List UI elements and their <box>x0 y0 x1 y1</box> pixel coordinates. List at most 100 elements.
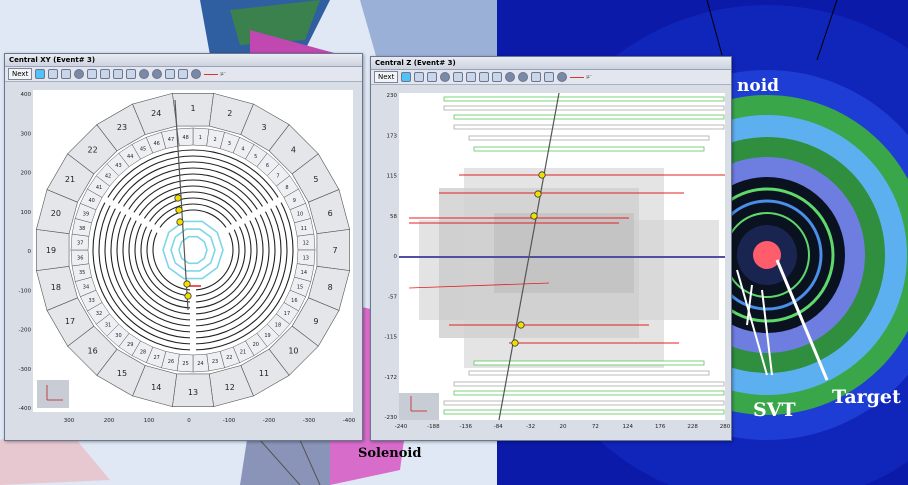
solenoid-label-bottom: Solenoid <box>358 446 422 461</box>
svt-layer <box>162 220 224 280</box>
outer-sector-label: 24 <box>151 109 161 118</box>
inner-sector-label: 26 <box>168 359 174 365</box>
save-image-icon[interactable] <box>427 72 438 82</box>
y-tick-label: -300 <box>19 367 32 373</box>
detector-bar <box>443 105 725 111</box>
central-z-window[interactable]: Central Z (Event# 3) Next µ⁻ 230 173 115 58… <box>370 56 732 441</box>
outer-sector-label: 7 <box>332 246 337 255</box>
outer-sector-label: 9 <box>313 317 318 326</box>
zoom-box-icon[interactable] <box>87 69 98 79</box>
hit-marker <box>530 212 538 220</box>
camera-icon[interactable] <box>557 72 568 82</box>
central-xy-window[interactable]: Central XY (Event# 3) Next µ⁻ 1234567891… <box>4 53 363 441</box>
detector-bar <box>453 381 725 387</box>
inner-sector-label: 4 <box>241 147 244 153</box>
x-tick-label: -32 <box>526 424 535 430</box>
x-tick-label: -136 <box>460 424 473 430</box>
outer-sector-label: 20 <box>51 209 61 218</box>
mini-axis-box <box>399 393 439 420</box>
save-image-icon[interactable] <box>61 69 72 79</box>
svt-layer <box>170 228 216 272</box>
info-icon[interactable] <box>178 69 189 79</box>
zoom-box-icon[interactable] <box>453 72 464 82</box>
next-event-button[interactable]: Next <box>8 68 33 80</box>
hit-marker <box>538 171 546 179</box>
zoom-in-icon[interactable] <box>505 72 516 82</box>
x-tick-label: -300 <box>303 418 316 424</box>
pan-hand-icon[interactable] <box>479 72 490 82</box>
target-label: Target <box>832 386 901 408</box>
magnify-icon[interactable] <box>492 72 503 82</box>
inner-sector-label: 38 <box>79 226 85 232</box>
magnify-icon[interactable] <box>126 69 137 79</box>
inner-sector-label: 23 <box>212 359 218 365</box>
inner-sector-label: 19 <box>264 333 270 339</box>
z-plot-area[interactable] <box>399 92 729 421</box>
y-tick-label: 400 <box>21 92 32 98</box>
hit-marker <box>511 339 519 347</box>
world-icon[interactable] <box>74 69 85 79</box>
y-tick-label: 115 <box>387 174 398 180</box>
detector-bar <box>443 400 725 406</box>
outer-sector-label: 21 <box>65 175 75 184</box>
inner-sector-label: 3 <box>228 141 231 147</box>
pointer-tool-icon[interactable] <box>35 69 46 79</box>
camera-icon[interactable] <box>191 69 202 79</box>
inner-sector-label: 13 <box>303 255 309 261</box>
world-icon[interactable] <box>440 72 451 82</box>
inner-sector-label: 15 <box>297 284 303 290</box>
y-tick-label: 230 <box>387 93 398 99</box>
zoom-out-icon[interactable] <box>518 72 529 82</box>
outer-sector-label: 17 <box>65 317 75 326</box>
unzoom-icon[interactable] <box>466 72 477 82</box>
inner-sector-label: 29 <box>127 342 133 348</box>
legend: µ⁻ <box>570 74 592 80</box>
unzoom-icon[interactable] <box>100 69 111 79</box>
inner-sector-label: 8 <box>285 185 288 191</box>
zoom-out-icon[interactable] <box>152 69 163 79</box>
ruler-icon[interactable] <box>165 69 176 79</box>
x-tick-label: 280 <box>720 424 731 430</box>
detector-bar <box>443 409 725 415</box>
x-tick-label: 100 <box>144 418 155 424</box>
inner-sector-label: 7 <box>276 173 279 179</box>
ruler-icon[interactable] <box>531 72 542 82</box>
inner-sector-label: 42 <box>105 173 111 179</box>
inner-sector-label: 1 <box>199 135 202 141</box>
hit-marker <box>184 292 192 300</box>
legend-label: µ⁻ <box>586 74 593 80</box>
next-event-button[interactable]: Next <box>374 71 399 83</box>
legend-line-icon <box>204 73 219 75</box>
outer-sector-label: 8 <box>328 283 333 292</box>
inner-sector-label: 27 <box>153 355 159 361</box>
x-tick-label: -188 <box>427 424 440 430</box>
inner-sector-label: 21 <box>240 349 246 355</box>
window-title: Central XY (Event# 3) <box>5 54 362 67</box>
inner-sector-label: 43 <box>115 163 121 169</box>
window-toolbar: Next µ⁻ <box>371 70 731 85</box>
pointer-tool-icon[interactable] <box>401 72 412 82</box>
outer-sector-label: 14 <box>151 383 161 392</box>
hit-marker <box>534 190 542 198</box>
print-icon[interactable] <box>414 72 425 82</box>
detector-bar <box>453 114 725 120</box>
outer-sector-label: 23 <box>117 123 127 132</box>
x-tick-label: 124 <box>623 424 634 430</box>
info-icon[interactable] <box>544 72 555 82</box>
inner-sector-label: 47 <box>168 137 174 143</box>
window-toolbar: Next µ⁻ <box>5 67 362 82</box>
xy-plot-area[interactable]: 1 2 3 4 5 6 7 8 9 10 11 12 13 14 15 16 17 18 19 20 21 22 23 24 1… <box>33 90 353 412</box>
inner-sector-label: 2 <box>213 137 216 143</box>
outer-sector-label: 18 <box>51 283 61 292</box>
inner-sector-label: 41 <box>96 185 102 191</box>
inner-sector-label: 45 <box>140 147 146 153</box>
pan-hand-icon[interactable] <box>113 69 124 79</box>
inner-sector-label: 24 <box>197 361 203 367</box>
print-icon[interactable] <box>48 69 59 79</box>
zoom-in-icon[interactable] <box>139 69 150 79</box>
y-tick-label: 200 <box>21 171 32 177</box>
x-tick-label: 72 <box>592 424 599 430</box>
y-tick-label: -172 <box>385 375 397 381</box>
inner-sector-label: 17 <box>284 311 290 317</box>
outer-sector-label: 3 <box>261 123 266 132</box>
